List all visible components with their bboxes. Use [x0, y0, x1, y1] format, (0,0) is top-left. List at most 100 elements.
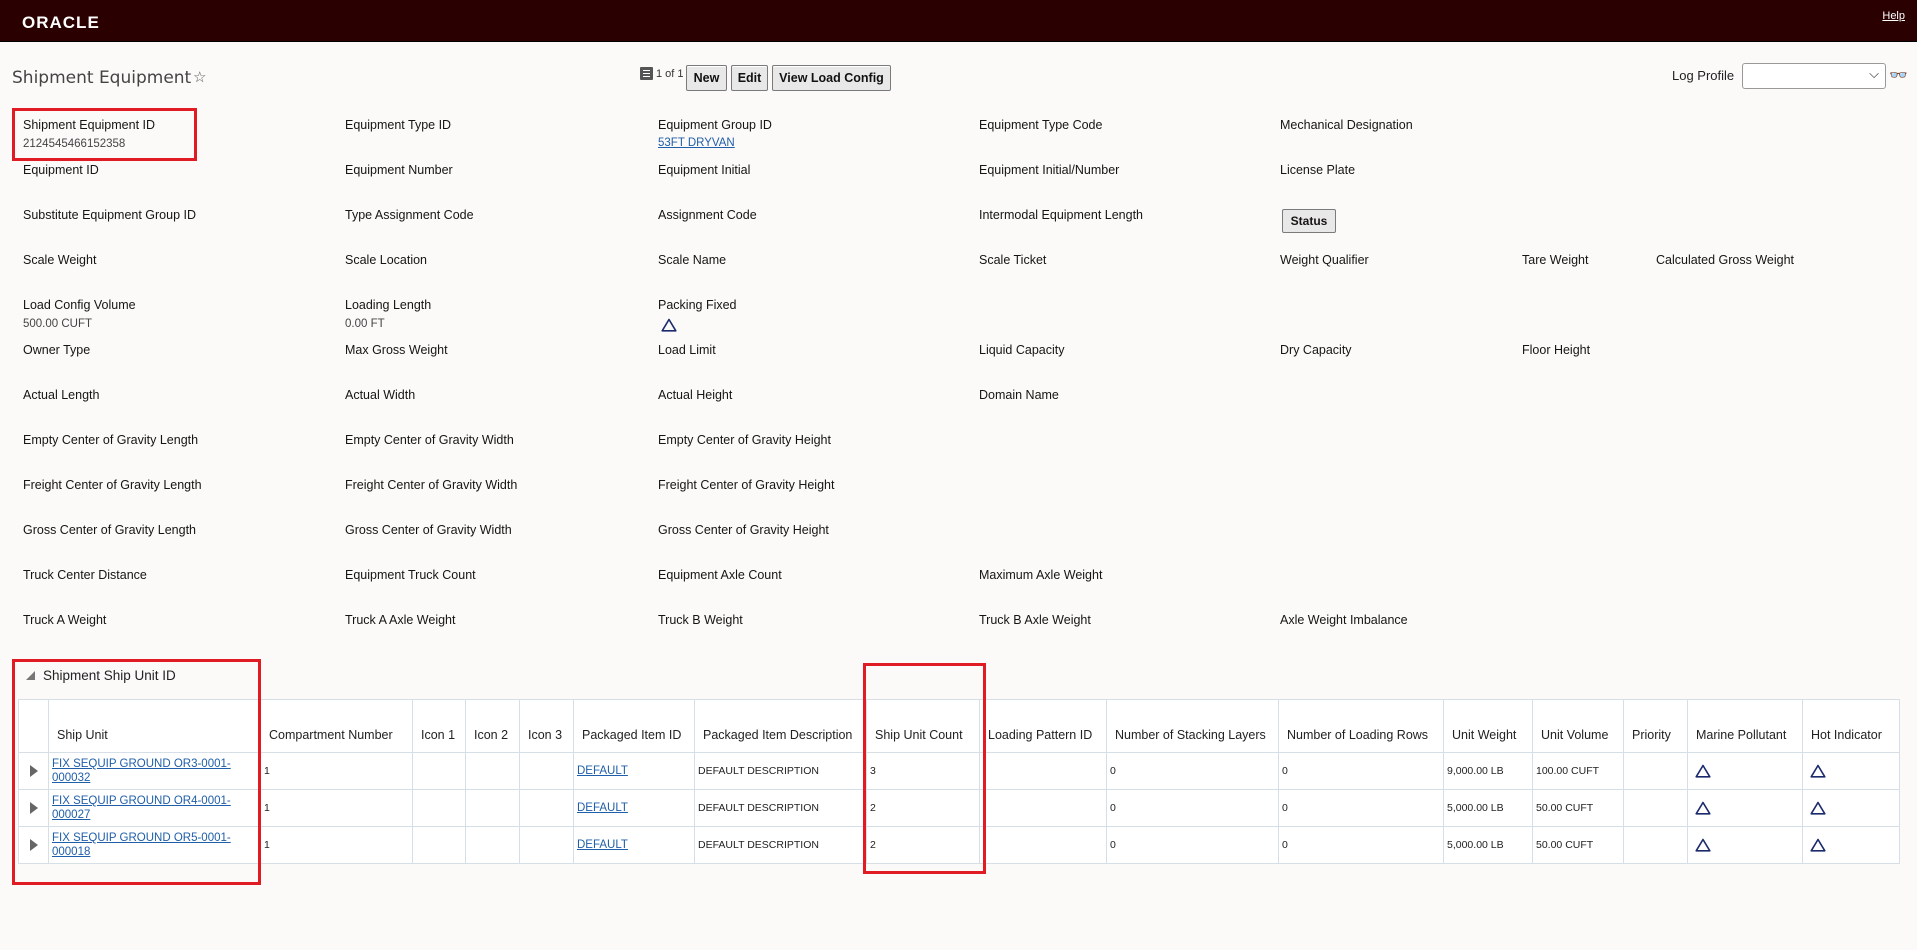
equipment-initial-number-label: Equipment Initial/Number: [979, 163, 1120, 177]
record-navigator: 1 of 1: [640, 67, 687, 80]
page-title: Shipment Equipment: [12, 68, 192, 88]
col-header-loading-pattern-id[interactable]: Loading Pattern ID: [979, 699, 1107, 753]
gross-cog-length-label: Gross Center of Gravity Length: [23, 523, 196, 537]
collapse-triangle-icon[interactable]: [26, 671, 35, 680]
col-header-number-of-stacking-layers[interactable]: Number of Stacking Layers: [1106, 699, 1279, 753]
icon-1-cell: [412, 752, 466, 790]
row-expander[interactable]: [18, 826, 49, 864]
col-header-icon-2[interactable]: Icon 2: [465, 699, 520, 753]
col-header-packaged-item-description[interactable]: Packaged Item Description: [694, 699, 867, 753]
record-count: 1 of 1: [656, 67, 684, 80]
unit-weight-cell: 9,000.00 LB: [1443, 752, 1533, 790]
equipment-axle-count-label: Equipment Axle Count: [658, 568, 782, 582]
priority-cell: [1623, 826, 1688, 864]
col-header-unit-weight[interactable]: Unit Weight: [1443, 699, 1533, 753]
equipment-initial-label: Equipment Initial: [658, 163, 751, 177]
dry-capacity-label: Dry Capacity: [1280, 343, 1352, 357]
col-header-ship-unit-count[interactable]: Ship Unit Count: [866, 699, 980, 753]
ship-unit-link[interactable]: FIX SEQUIP GROUND OR4-0001-000027: [52, 795, 231, 821]
unit-volume-cell: 100.00 CUFT: [1532, 752, 1624, 790]
log-profile-select[interactable]: ⌵: [1742, 63, 1886, 89]
new-button[interactable]: New: [686, 65, 727, 91]
stacking-layers-cell: 0: [1106, 752, 1279, 790]
packaged-item-id-link[interactable]: DEFAULT: [577, 765, 628, 777]
highlight-box-shipment-equipment-id: [12, 108, 197, 161]
packaged-item-id-link[interactable]: DEFAULT: [577, 839, 628, 851]
row-expander[interactable]: [18, 789, 49, 827]
col-header-icon-1[interactable]: Icon 1: [412, 699, 466, 753]
ship-unit-section-title: Shipment Ship Unit ID: [43, 668, 176, 683]
priority-cell: [1623, 789, 1688, 827]
load-config-volume-label: Load Config Volume: [23, 298, 136, 312]
truck-b-axle-weight-label: Truck B Axle Weight: [979, 613, 1091, 627]
col-header-hot-indicator[interactable]: Hot Indicator: [1802, 699, 1900, 753]
weight-qualifier-label: Weight Qualifier: [1280, 253, 1369, 267]
ship-unit-count-cell: 2: [866, 789, 980, 827]
expand-arrow-icon[interactable]: [30, 765, 38, 777]
packing-fixed-label: Packing Fixed: [658, 298, 737, 312]
table-row[interactable]: FIX SEQUIP GROUND OR5-0001-000018 1 DEFA…: [18, 826, 1900, 864]
icon-1-cell: [412, 826, 466, 864]
load-config-volume-value: 500.00 CUFT: [23, 318, 93, 330]
equipment-truck-count-label: Equipment Truck Count: [345, 568, 476, 582]
equipment-group-id-link[interactable]: 53FT DRYVAN: [658, 137, 735, 149]
assignment-code-label: Assignment Code: [658, 208, 757, 222]
table-row[interactable]: FIX SEQUIP GROUND OR4-0001-000027 1 DEFA…: [18, 789, 1900, 827]
row-expander[interactable]: [18, 752, 49, 790]
calculated-gross-weight-label: Calculated Gross Weight: [1656, 253, 1795, 267]
packaged-item-id-link[interactable]: DEFAULT: [577, 802, 628, 814]
liquid-capacity-label: Liquid Capacity: [979, 343, 1065, 357]
domain-name-label: Domain Name: [979, 388, 1059, 402]
table-row[interactable]: FIX SEQUIP GROUND OR3-0001-000032 1 DEFA…: [18, 752, 1900, 790]
shipment-equipment-id-value: 2124545466152358: [23, 138, 126, 150]
hot-indicator-cell: [1802, 826, 1900, 864]
record-list-icon[interactable]: [640, 67, 653, 80]
ship-unit-section-header[interactable]: Shipment Ship Unit ID: [26, 668, 176, 683]
tare-weight-label: Tare Weight: [1522, 253, 1589, 267]
marine-pollutant-triangle-icon: [1695, 838, 1711, 852]
col-header-icon-3[interactable]: Icon 3: [519, 699, 574, 753]
unit-weight-cell: 5,000.00 LB: [1443, 826, 1533, 864]
actual-height-label: Actual Height: [658, 388, 733, 402]
compartment-number-cell: 1: [260, 752, 413, 790]
ship-unit-link[interactable]: FIX SEQUIP GROUND OR5-0001-000018: [52, 832, 231, 858]
glasses-icon[interactable]: 👓: [1889, 66, 1908, 84]
help-link[interactable]: Help: [1882, 10, 1905, 22]
status-button[interactable]: Status: [1282, 209, 1336, 233]
icon-1-cell: [412, 789, 466, 827]
expand-arrow-icon[interactable]: [30, 802, 38, 814]
unit-volume-cell: 50.00 CUFT: [1532, 826, 1624, 864]
hot-indicator-cell: [1802, 752, 1900, 790]
unit-volume-cell: 50.00 CUFT: [1532, 789, 1624, 827]
axle-weight-imbalance-label: Axle Weight Imbalance: [1280, 613, 1408, 627]
col-header-unit-volume[interactable]: Unit Volume: [1532, 699, 1624, 753]
col-header-ship-unit[interactable]: Ship Unit: [48, 699, 261, 753]
col-header-marine-pollutant[interactable]: Marine Pollutant: [1687, 699, 1803, 753]
expander-column-header: [18, 699, 49, 753]
packing-fixed-triangle-icon: [661, 318, 677, 332]
table-header-row: Ship Unit Compartment Number Icon 1 Icon…: [18, 699, 1900, 753]
type-assignment-code-label: Type Assignment Code: [345, 208, 474, 222]
compartment-number-cell: 1: [260, 789, 413, 827]
col-header-number-of-loading-rows[interactable]: Number of Loading Rows: [1278, 699, 1444, 753]
owner-type-label: Owner Type: [23, 343, 91, 357]
freight-cog-length-label: Freight Center of Gravity Length: [23, 478, 202, 492]
hot-indicator-triangle-icon: [1810, 764, 1826, 778]
log-profile-label: Log Profile: [1672, 68, 1735, 83]
icon-2-cell: [465, 752, 520, 790]
edit-button[interactable]: Edit: [731, 65, 768, 91]
expand-arrow-icon[interactable]: [30, 839, 38, 851]
truck-center-distance-label: Truck Center Distance: [23, 568, 147, 582]
view-load-config-button[interactable]: View Load Config: [772, 65, 891, 91]
ship-unit-count-cell: 2: [866, 826, 980, 864]
hot-indicator-triangle-icon: [1810, 801, 1826, 815]
empty-cog-length-label: Empty Center of Gravity Length: [23, 433, 199, 447]
col-header-priority[interactable]: Priority: [1623, 699, 1688, 753]
col-header-compartment-number[interactable]: Compartment Number: [260, 699, 413, 753]
col-header-packaged-item-id[interactable]: Packaged Item ID: [573, 699, 695, 753]
freight-cog-height-label: Freight Center of Gravity Height: [658, 478, 835, 492]
ship-unit-cell: FIX SEQUIP GROUND OR3-0001-000032: [48, 752, 261, 790]
favorite-star-icon[interactable]: ☆: [193, 68, 206, 86]
max-gross-weight-label: Max Gross Weight: [345, 343, 448, 357]
ship-unit-link[interactable]: FIX SEQUIP GROUND OR3-0001-000032: [52, 758, 231, 784]
